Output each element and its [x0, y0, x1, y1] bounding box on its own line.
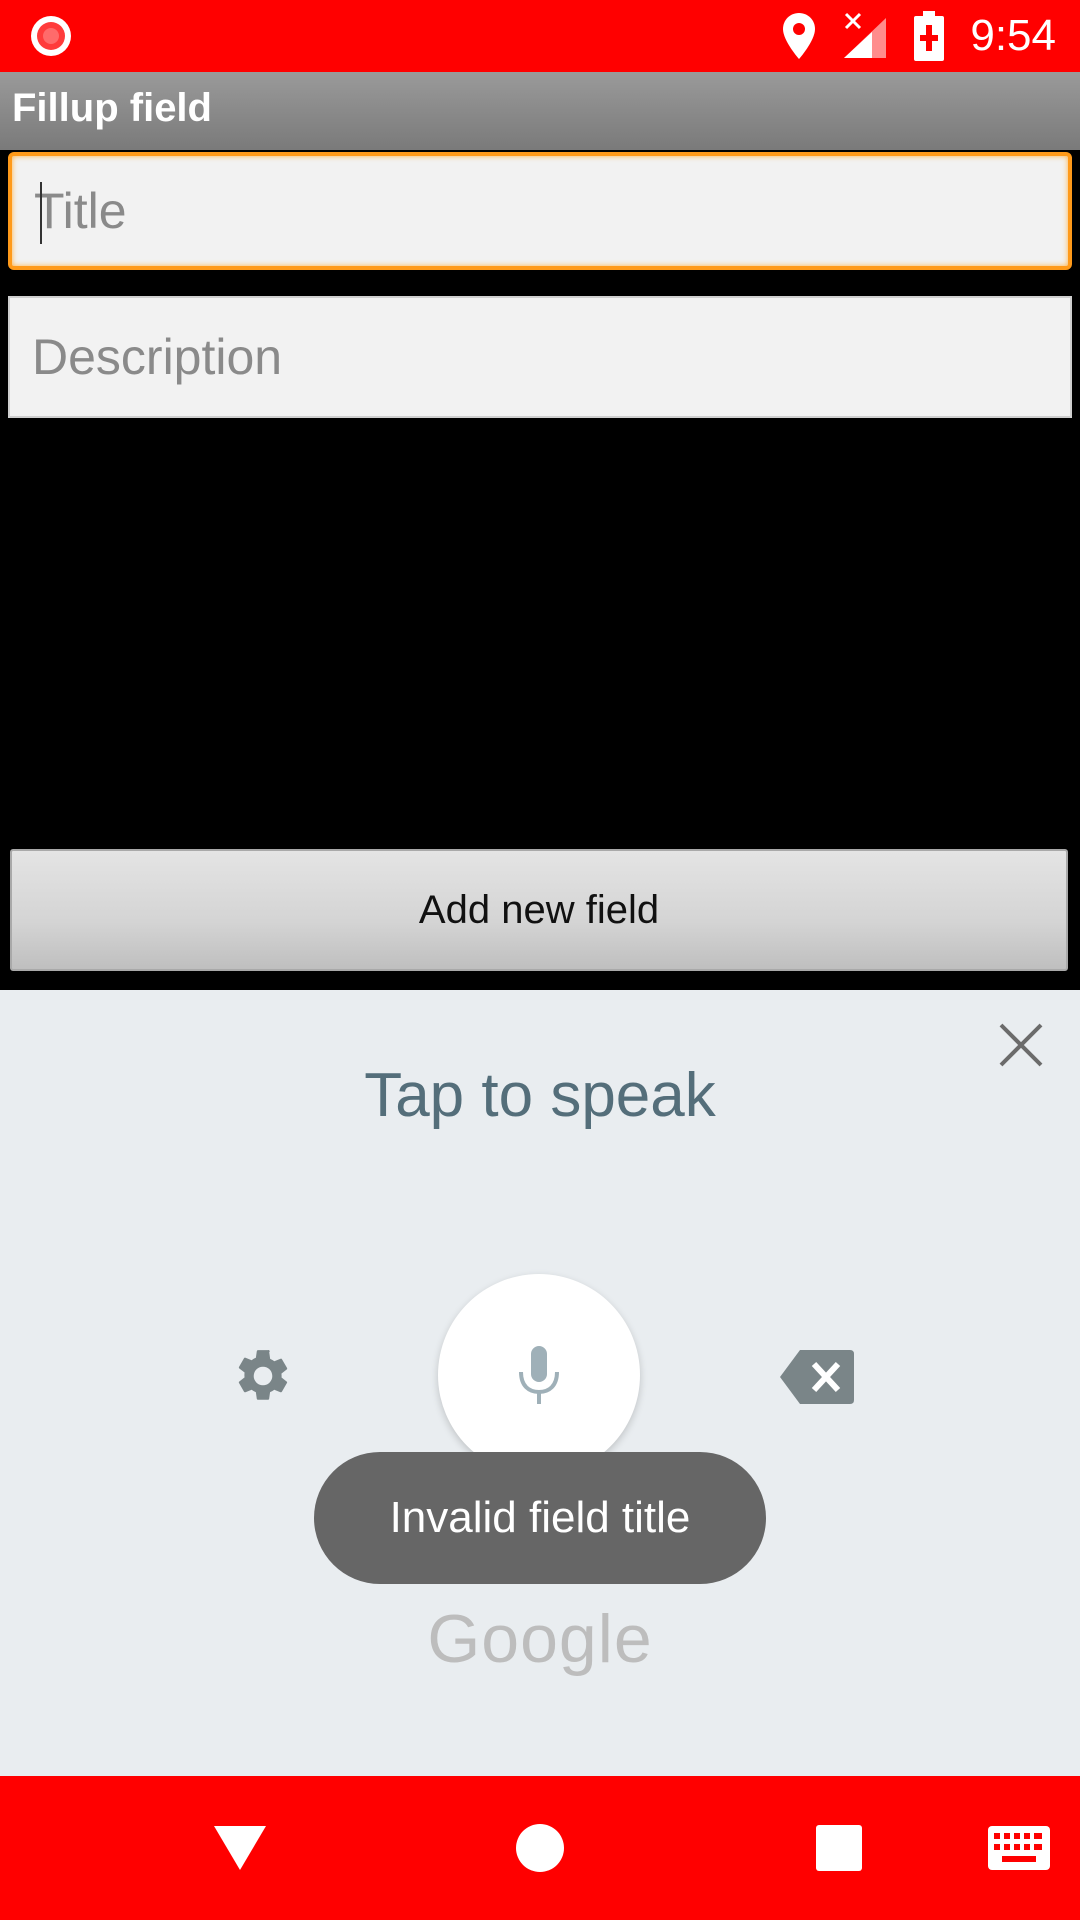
action-bar: Fillup field — [0, 72, 1080, 150]
home-icon[interactable] — [516, 1824, 564, 1872]
location-icon — [783, 13, 816, 59]
microphone-icon — [519, 1346, 559, 1404]
description-field-container — [8, 296, 1072, 418]
record-icon — [31, 16, 71, 56]
status-time: 9:54 — [970, 11, 1056, 60]
title-input[interactable] — [12, 156, 1068, 266]
add-new-field-button[interactable]: Add new field — [10, 849, 1068, 971]
description-input[interactable] — [10, 298, 1070, 416]
status-bar: 9:54 — [0, 0, 1080, 72]
back-icon[interactable] — [214, 1826, 266, 1870]
battery-charging-icon — [914, 11, 945, 61]
signal-off-icon — [844, 12, 887, 58]
backspace-icon[interactable] — [780, 1350, 854, 1404]
app-title: Fillup field — [12, 86, 212, 130]
toast-message: Invalid field title — [314, 1452, 766, 1584]
recents-icon[interactable] — [816, 1825, 862, 1871]
keyboard-icon[interactable] — [988, 1826, 1050, 1870]
settings-gear-icon[interactable] — [232, 1345, 294, 1407]
tap-to-speak-label: Tap to speak — [364, 1061, 716, 1130]
title-field-container — [8, 152, 1072, 270]
google-logo: Google — [427, 1601, 653, 1677]
text-cursor — [40, 182, 42, 244]
